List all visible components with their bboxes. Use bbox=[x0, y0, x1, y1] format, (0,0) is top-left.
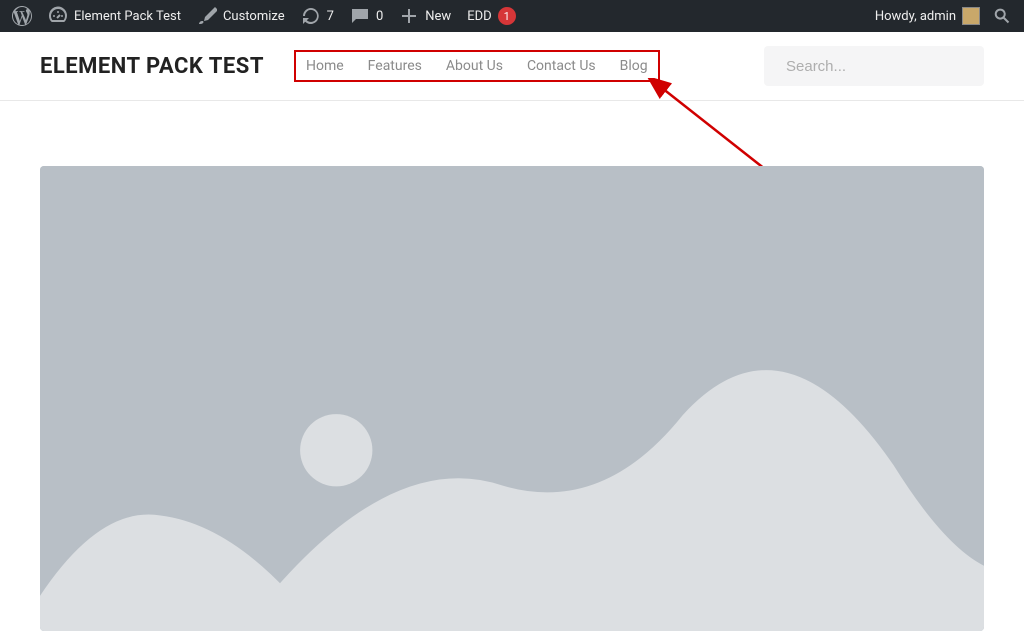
edd-link[interactable]: EDD 1 bbox=[459, 0, 523, 32]
edd-badge: 1 bbox=[498, 7, 516, 25]
site-header-wrap: ELEMENT PACK TEST Home Features About Us… bbox=[0, 32, 1024, 101]
admin-bar-left: Element Pack Test Customize 7 0 New bbox=[4, 0, 524, 32]
nav-home[interactable]: Home bbox=[306, 58, 344, 74]
nav-blog[interactable]: Blog bbox=[620, 58, 648, 74]
comments-link[interactable]: 0 bbox=[342, 0, 391, 32]
search-input[interactable] bbox=[786, 58, 985, 75]
brush-icon bbox=[197, 6, 217, 26]
search-box[interactable] bbox=[764, 46, 984, 86]
nav-features[interactable]: Features bbox=[368, 58, 422, 74]
plus-icon bbox=[399, 6, 419, 26]
avatar bbox=[962, 7, 980, 25]
updates-link[interactable]: 7 bbox=[293, 0, 342, 32]
comment-icon bbox=[350, 6, 370, 26]
comments-count: 0 bbox=[376, 9, 383, 24]
content-area bbox=[0, 101, 1024, 631]
new-link[interactable]: New bbox=[391, 0, 459, 32]
howdy-link[interactable]: Howdy, admin bbox=[867, 0, 988, 32]
wordpress-icon bbox=[12, 6, 32, 26]
site-title[interactable]: ELEMENT PACK TEST bbox=[40, 54, 264, 79]
wp-admin-bar: Element Pack Test Customize 7 0 New bbox=[0, 0, 1024, 32]
customize-link[interactable]: Customize bbox=[189, 0, 293, 32]
nav-contact-us[interactable]: Contact Us bbox=[527, 58, 596, 74]
wp-logo[interactable] bbox=[4, 0, 40, 32]
dashboard-icon bbox=[48, 6, 68, 26]
nav-about-us[interactable]: About Us bbox=[446, 58, 503, 74]
main-nav: Home Features About Us Contact Us Blog bbox=[294, 50, 660, 82]
site-header: ELEMENT PACK TEST Home Features About Us… bbox=[0, 32, 1024, 100]
howdy-text: Howdy, admin bbox=[875, 9, 956, 24]
admin-bar-right: Howdy, admin bbox=[867, 0, 1016, 32]
hero-image-placeholder bbox=[40, 166, 984, 631]
edd-text: EDD bbox=[467, 9, 491, 24]
site-name-text: Element Pack Test bbox=[74, 9, 181, 24]
customize-text: Customize bbox=[223, 9, 285, 24]
site-name-link[interactable]: Element Pack Test bbox=[40, 0, 189, 32]
admin-search[interactable] bbox=[988, 0, 1016, 32]
search-icon bbox=[992, 6, 1012, 26]
new-text: New bbox=[425, 9, 451, 24]
updates-icon bbox=[301, 6, 321, 26]
updates-count: 7 bbox=[327, 9, 334, 24]
